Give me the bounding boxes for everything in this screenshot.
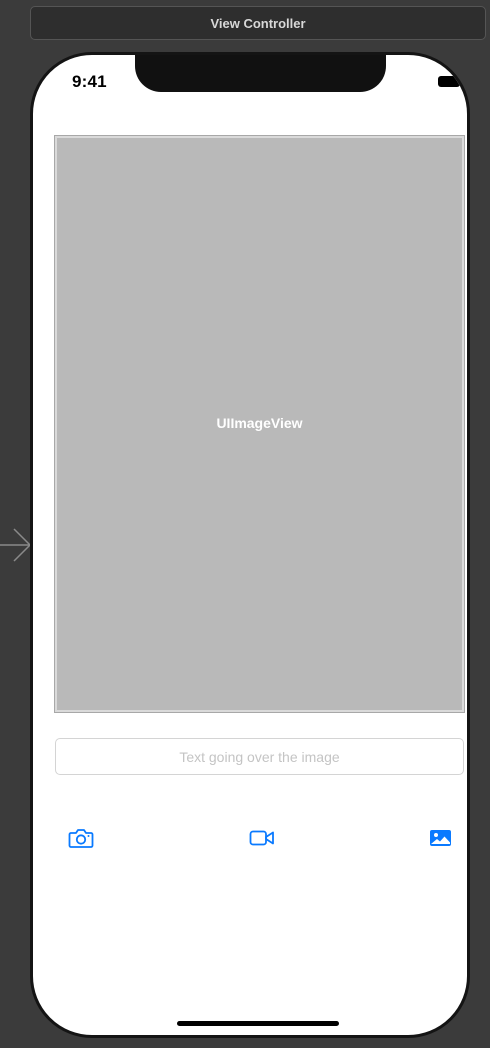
image-view[interactable]: UIImageView (54, 135, 465, 713)
photo-icon (430, 830, 451, 846)
home-indicator (177, 1021, 339, 1026)
video-button[interactable] (249, 827, 275, 849)
photo-library-button[interactable] (428, 827, 454, 849)
storyboard-canvas: View Controller 9:41 UIImageView (0, 0, 490, 1048)
overlay-text-field[interactable] (55, 738, 464, 775)
image-view-label: UIImageView (216, 415, 303, 431)
device-frame: 9:41 UIImageView (30, 52, 470, 1038)
scene-title-bar[interactable]: View Controller (30, 6, 486, 40)
initial-view-controller-arrow-icon (0, 528, 32, 562)
camera-button[interactable] (68, 827, 94, 849)
scene-title: View Controller (210, 16, 306, 31)
status-time: 9:41 (72, 72, 107, 91)
device-notch (135, 55, 386, 92)
battery-icon (438, 76, 463, 87)
camera-icon (68, 829, 94, 848)
video-icon (249, 830, 274, 846)
